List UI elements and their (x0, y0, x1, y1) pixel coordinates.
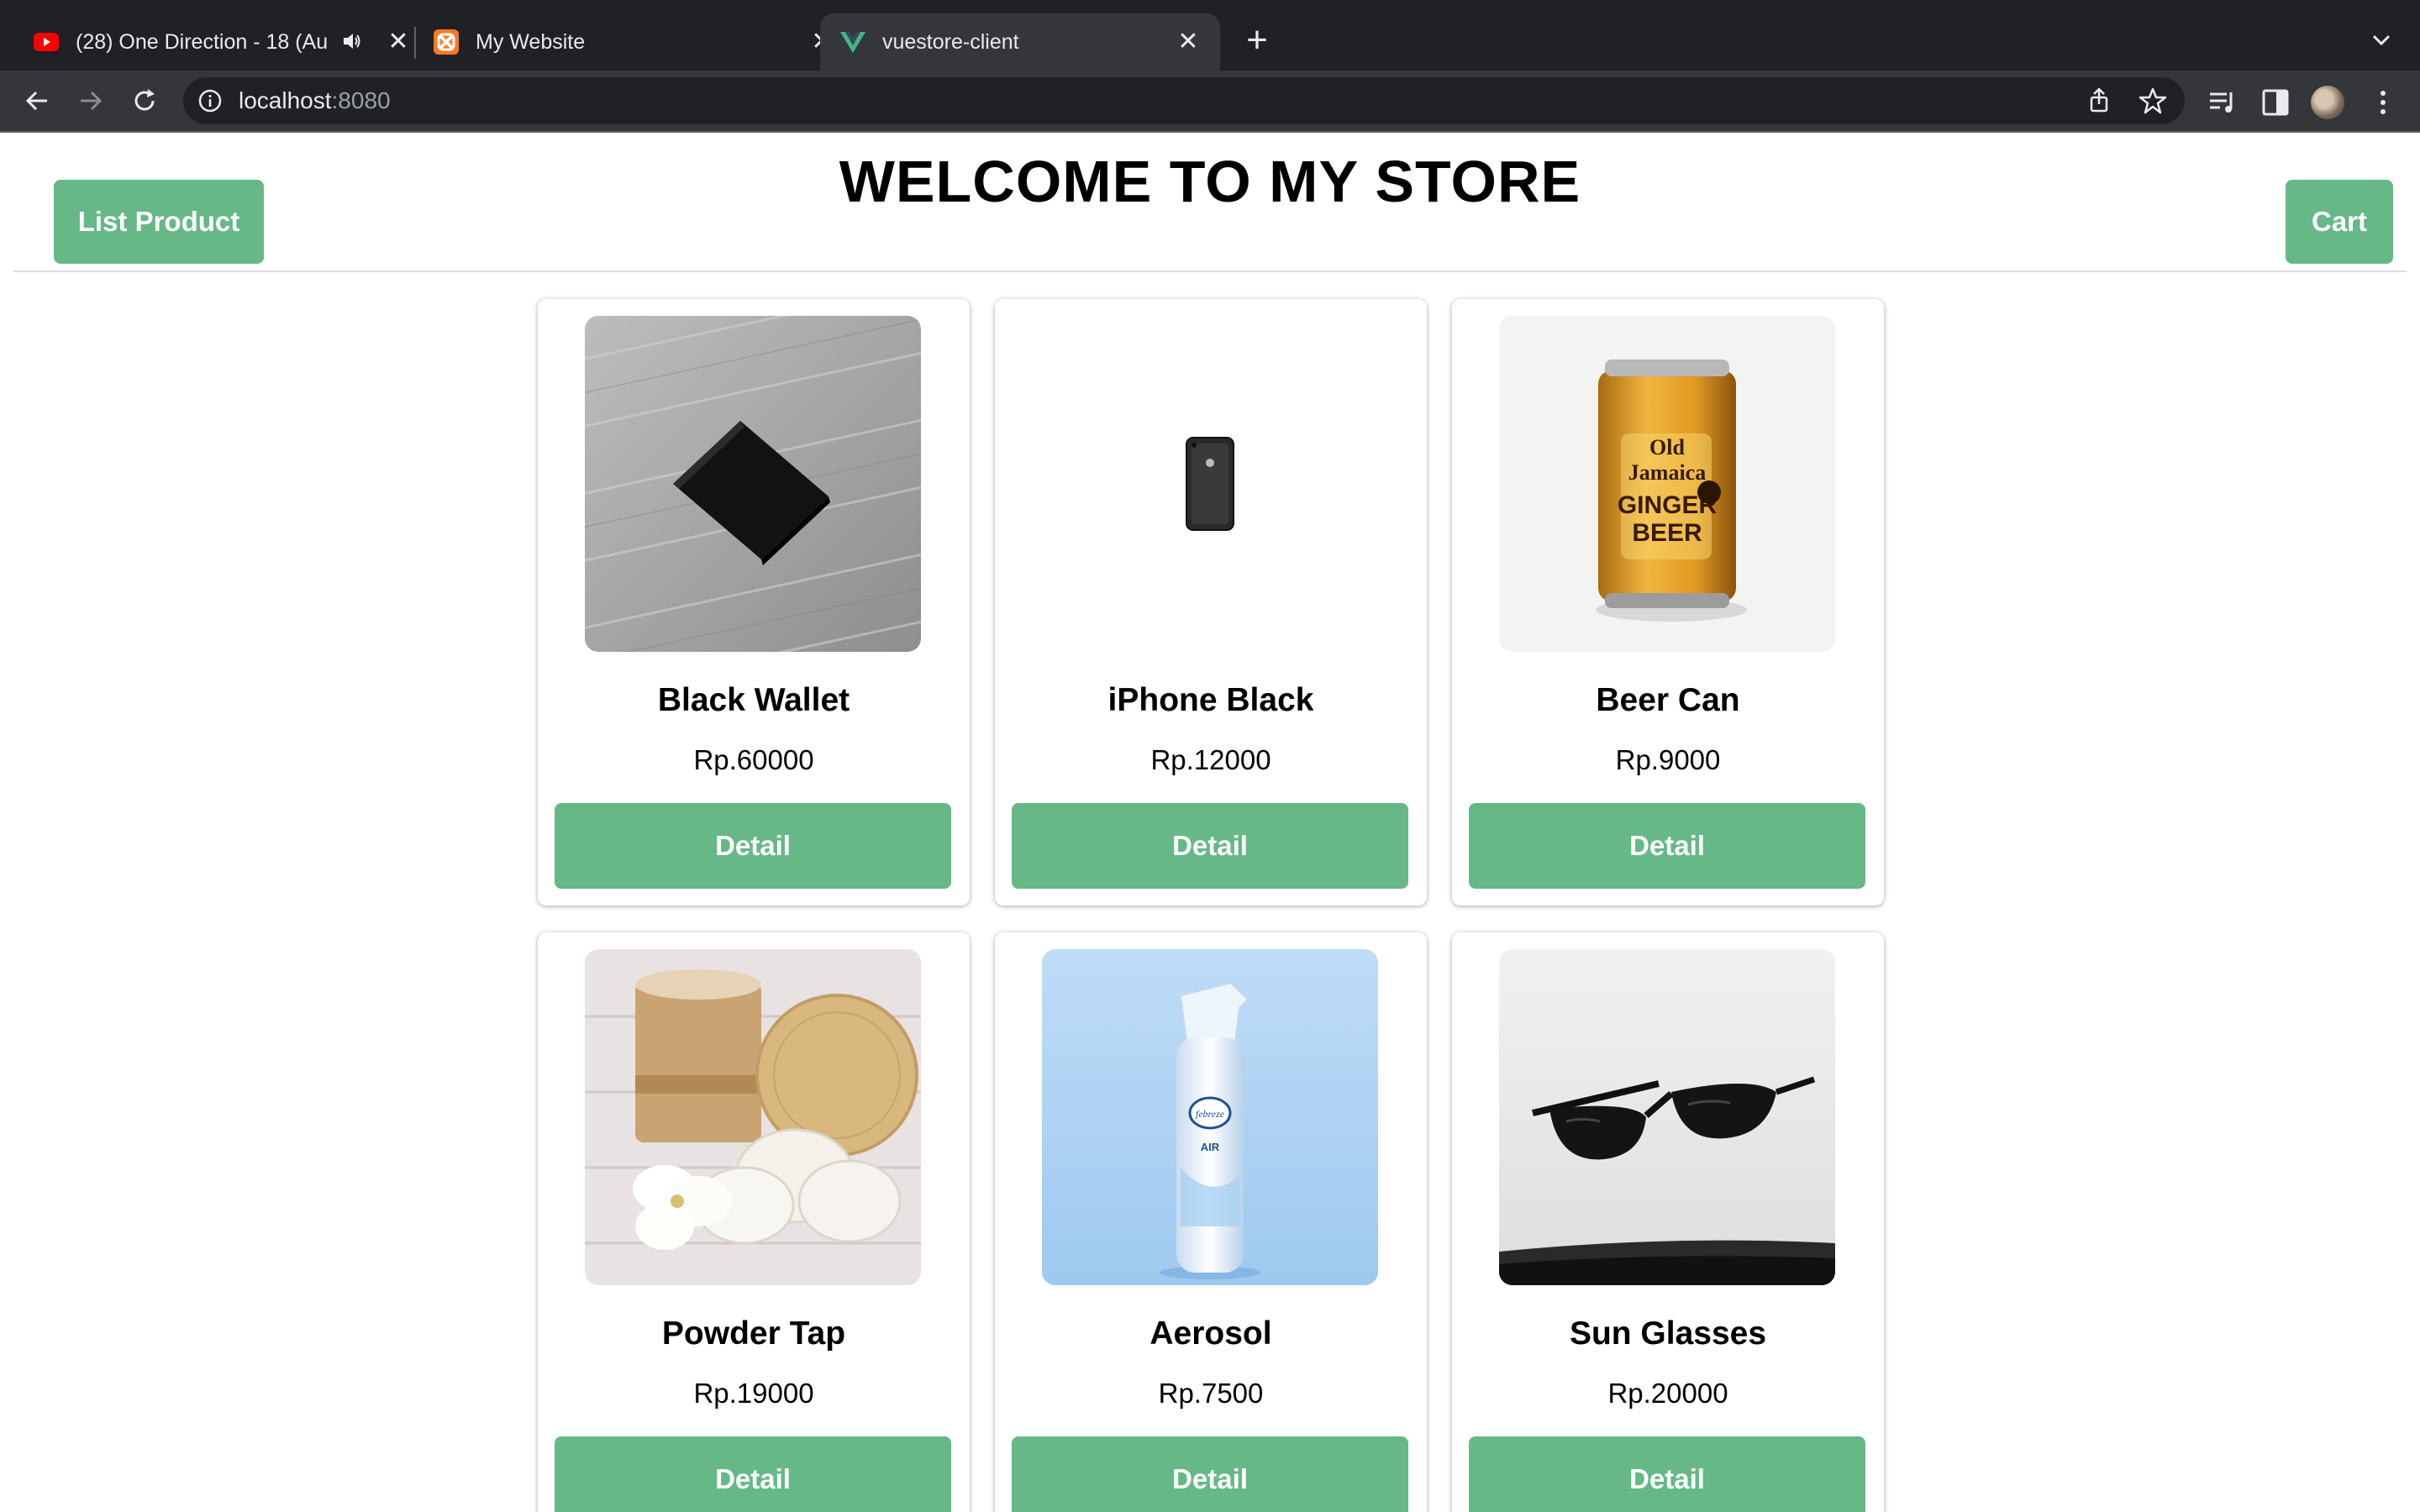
detail-button[interactable]: Detail (1012, 1436, 1408, 1512)
product-image-aerosol: febreze AIR (1042, 949, 1378, 1285)
back-arrow-icon[interactable] (18, 82, 55, 119)
tab-my-website[interactable]: My Website ✕ (434, 13, 833, 71)
product-name: Powder Tap (661, 1315, 846, 1352)
product-image-powder-tap (585, 949, 921, 1285)
product-image-sun-glasses (1499, 949, 1835, 1285)
product-name: iPhone Black (1107, 682, 1314, 718)
close-icon[interactable]: ✕ (1173, 27, 1203, 57)
browser-tab-strip: (28) One Direction - 18 (Au ✕ My Website… (0, 0, 2420, 71)
product-name: Black Wallet (657, 682, 850, 718)
product-image-black-wallet (585, 316, 921, 652)
product-price: Rp.20000 (1607, 1378, 1728, 1409)
store-header: List Product WELCOME TO MY STORE Cart (13, 133, 2407, 272)
svg-text:Old: Old (1649, 435, 1685, 459)
info-icon[interactable] (197, 87, 224, 114)
store-page: List Product WELCOME TO MY STORE Cart Bl (0, 133, 2420, 1512)
media-control-icon[interactable] (2205, 86, 2238, 119)
detail-button[interactable]: Detail (1469, 803, 1865, 889)
bookmark-star-icon[interactable] (2138, 86, 2168, 116)
speaker-icon[interactable] (341, 30, 366, 55)
product-image-iphone-black (1042, 316, 1378, 652)
product-card: Powder Tap Rp.19000 Detail (538, 932, 970, 1512)
detail-button[interactable]: Detail (555, 1436, 951, 1512)
tab-separator (414, 27, 416, 59)
svg-text:febreze: febreze (1196, 1108, 1225, 1120)
product-price: Rp.12000 (1150, 744, 1271, 775)
product-card: Old Jamaica GINGER BEER Beer Can Rp.9000… (1452, 299, 1884, 906)
address-bar[interactable]: localhost:8080 (183, 77, 2185, 124)
detail-button[interactable]: Detail (1469, 1436, 1865, 1512)
product-price: Rp.19000 (693, 1378, 814, 1409)
product-name: Aerosol (1150, 1315, 1272, 1352)
close-icon[interactable]: ✕ (383, 27, 413, 57)
new-tab-button[interactable]: + (1240, 22, 1274, 62)
tab-title: vuestore-client (882, 29, 1019, 54)
kebab-menu-icon[interactable] (2366, 86, 2400, 119)
cart-button[interactable]: Cart (2286, 180, 2393, 264)
forward-arrow-icon[interactable] (72, 82, 109, 119)
product-card: febreze AIR Aerosol Rp.7500 Detail (995, 932, 1427, 1512)
product-card: iPhone Black Rp.12000 Detail (995, 299, 1427, 906)
tab-title: (28) One Direction - 18 (Au (76, 29, 329, 54)
svg-text:Jamaica: Jamaica (1628, 460, 1706, 485)
detail-button[interactable]: Detail (1012, 803, 1408, 889)
profile-avatar[interactable] (2311, 86, 2344, 119)
page-title: WELCOME TO MY STORE (839, 149, 1581, 214)
tab-vuestore-client[interactable]: vuestore-client ✕ (820, 13, 1220, 71)
xampp-icon (434, 29, 459, 55)
tab-title: My Website (476, 29, 586, 54)
reload-icon[interactable] (126, 82, 163, 119)
product-card: Black Wallet Rp.60000 Detail (538, 299, 970, 906)
tab-youtube[interactable]: (28) One Direction - 18 (Au ✕ (34, 13, 420, 71)
product-name: Sun Glasses (1569, 1315, 1767, 1352)
share-icon[interactable] (2084, 86, 2114, 116)
url-port: :8080 (331, 87, 391, 113)
product-price: Rp.60000 (693, 744, 814, 775)
product-card: Sun Glasses Rp.20000 Detail (1452, 932, 1884, 1512)
url-text[interactable]: localhost:8080 (239, 87, 391, 114)
detail-button[interactable]: Detail (555, 803, 951, 889)
product-price: Rp.7500 (1158, 1378, 1264, 1409)
side-panel-icon[interactable] (2259, 86, 2292, 119)
browser-toolbar: localhost:8080 (0, 71, 2420, 133)
vue-icon (840, 29, 865, 55)
product-name: Beer Can (1596, 682, 1740, 718)
tab-search-chevron-icon[interactable] (2366, 25, 2400, 59)
product-price: Rp.9000 (1615, 744, 1721, 775)
svg-text:BEER: BEER (1632, 519, 1702, 547)
url-host: localhost (239, 87, 332, 113)
product-image-beer-can: Old Jamaica GINGER BEER (1499, 316, 1835, 652)
youtube-icon (34, 29, 59, 55)
svg-text:AIR: AIR (1201, 1141, 1220, 1153)
